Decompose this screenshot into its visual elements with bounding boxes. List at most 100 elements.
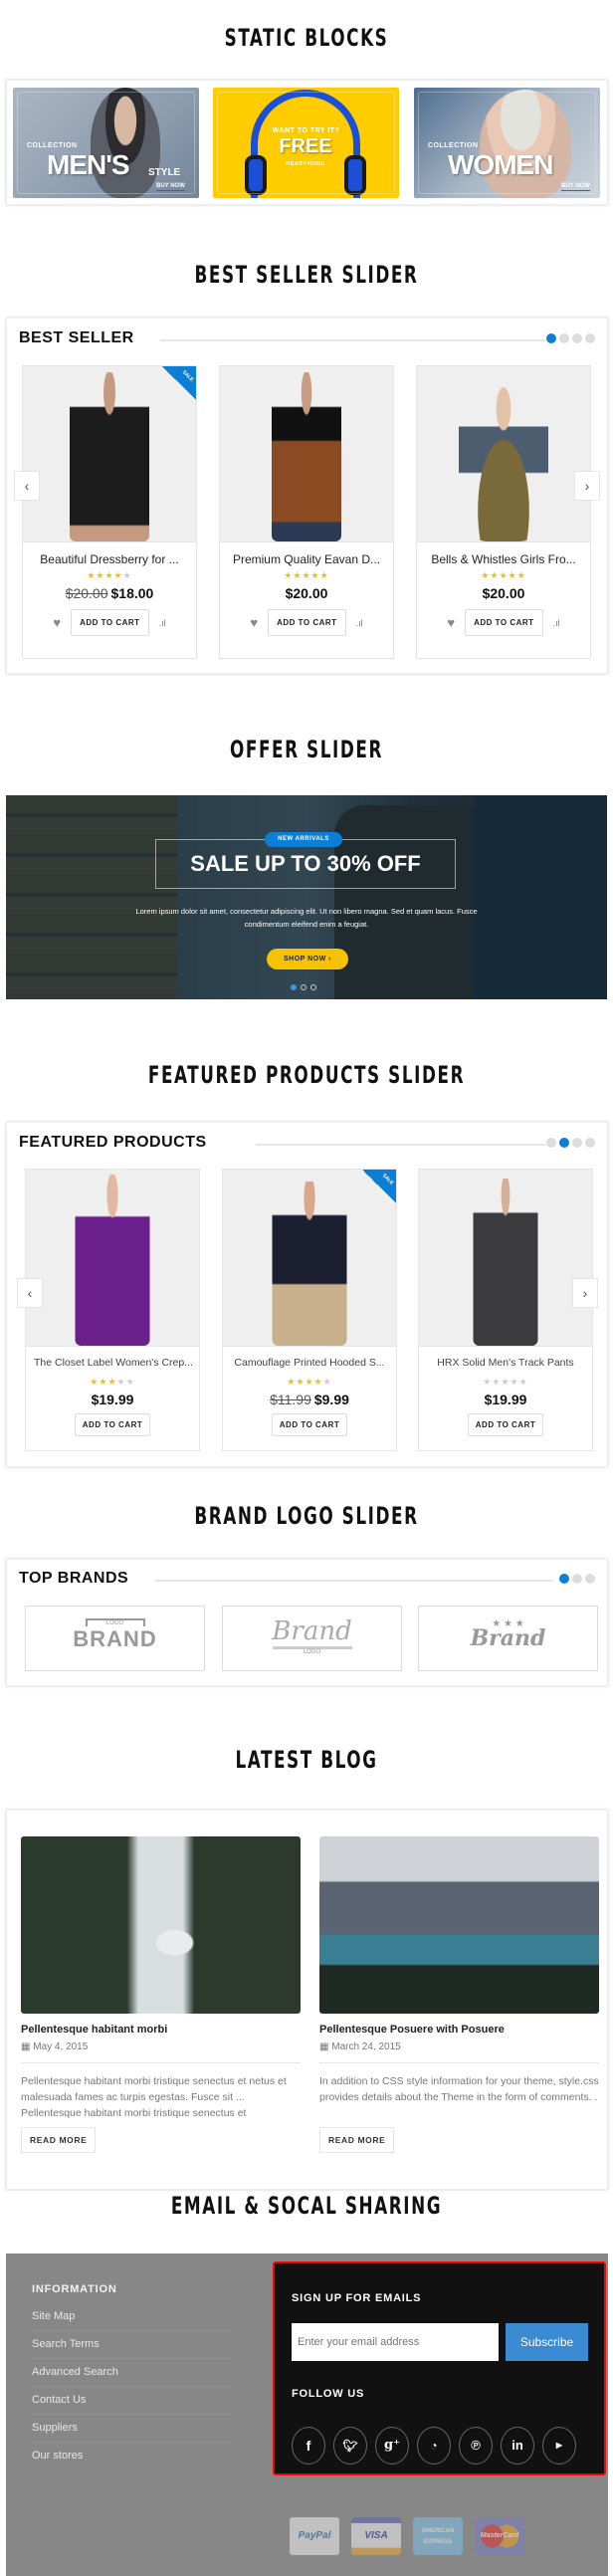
slider-heading: FEATURED PRODUCTS	[19, 1134, 215, 1152]
product-card[interactable]: Premium Quality Eavan D... ★★★★★ $20.00 …	[219, 365, 394, 659]
add-to-cart-button[interactable]: ADD TO CART	[465, 609, 543, 636]
product-image[interactable]	[417, 366, 590, 542]
facebook-icon[interactable]: f	[292, 2427, 325, 2465]
add-to-cart-button[interactable]: ADD TO CART	[271, 1413, 348, 1436]
read-more-button[interactable]: READ MORE	[319, 2127, 395, 2153]
banner-label: WANT TO TRY IT?	[272, 127, 340, 134]
footer-link-our-stores[interactable]: Our stores	[32, 2443, 231, 2469]
subscribe-button[interactable]: Subscribe	[506, 2323, 588, 2361]
banner-subtitle: STYLE	[148, 167, 181, 178]
email-input[interactable]	[292, 2323, 499, 2361]
compare-icon[interactable]: .ıl	[159, 618, 166, 628]
blog-title[interactable]: Pellentesque habitant morbi	[21, 2024, 301, 2036]
footer-link-suppliers[interactable]: Suppliers	[32, 2415, 231, 2443]
pager-dot[interactable]	[291, 984, 297, 990]
pager-dot[interactable]	[546, 333, 556, 343]
compare-icon[interactable]: .ıl	[356, 618, 363, 628]
star-icon: ★	[287, 1377, 297, 1387]
brand-logo[interactable]: ★ ★ ★ Brand	[418, 1606, 598, 1671]
product-card[interactable]: HRX Solid Men's Track Pants ★★★★★ $19.99…	[418, 1169, 593, 1451]
shop-now-button[interactable]: SHOP NOW ›	[267, 949, 348, 969]
twitter-icon[interactable]: 🐦︎	[333, 2427, 367, 2465]
product-card[interactable]: SALE Camouflage Printed Hooded S... ★★★★…	[222, 1169, 397, 1451]
product-rating: ★★★★★	[417, 570, 590, 581]
rss-icon[interactable]: ◔	[417, 2427, 451, 2465]
product-rating: ★★★★★	[419, 1377, 592, 1388]
youtube-icon[interactable]: ▶	[542, 2427, 576, 2465]
star-icon: ★	[510, 1377, 519, 1387]
read-more-button[interactable]: READ MORE	[21, 2127, 97, 2153]
pager-dot[interactable]	[301, 984, 306, 990]
buy-now-link[interactable]: BUY NOW	[156, 183, 185, 191]
product-image[interactable]: SALE	[23, 366, 196, 542]
product-image[interactable]: SALE	[223, 1170, 396, 1347]
offer-description: Lorem ipsum dolor sit amet, consectetur …	[135, 907, 478, 929]
product-price: $19.99	[91, 1392, 134, 1407]
product-name[interactable]: Bells & Whistles Girls Fro...	[417, 552, 590, 566]
pager-dot[interactable]	[572, 1574, 582, 1584]
brand-logo[interactable]: Brand LOGO	[222, 1606, 402, 1671]
blog-date: May 4, 2015	[33, 2041, 89, 2052]
social-links: f 🐦︎ g⁺ ◔ ℗ in ▶	[292, 2427, 576, 2465]
product-card[interactable]: The Closet Label Women's Crep... ★★★★★ $…	[25, 1169, 200, 1451]
footer-link-contact-us[interactable]: Contact Us	[32, 2387, 231, 2415]
paypal-icon: PayPal	[290, 2517, 339, 2555]
pinterest-icon[interactable]: ℗	[459, 2427, 493, 2465]
star-icon: ★	[305, 1377, 314, 1387]
wishlist-heart-icon[interactable]: ♥	[250, 615, 258, 630]
blog-date: March 24, 2015	[331, 2041, 401, 2052]
add-to-cart-button[interactable]: ADD TO CART	[71, 609, 149, 636]
wishlist-heart-icon[interactable]: ♥	[447, 615, 455, 630]
pager-dot[interactable]	[559, 1574, 569, 1584]
next-arrow-icon[interactable]: ›	[572, 1278, 598, 1308]
blog-title[interactable]: Pellentesque Posuere with Posuere	[319, 2024, 599, 2036]
pager-dot[interactable]	[572, 333, 582, 343]
star-icon: ★	[104, 570, 114, 580]
add-to-cart-button[interactable]: ADD TO CART	[467, 1413, 544, 1436]
brand-logo[interactable]: LOGO BRAND	[25, 1606, 205, 1671]
buy-now-link[interactable]: BUY NOW	[561, 183, 590, 191]
pager-dot[interactable]	[585, 333, 595, 343]
product-image[interactable]	[26, 1170, 199, 1347]
pager-dot[interactable]	[559, 1138, 569, 1148]
product-name[interactable]: Premium Quality Eavan D...	[220, 552, 393, 566]
product-image[interactable]	[419, 1170, 592, 1347]
product-card[interactable]: SALE Beautiful Dressberry for ... ★★★★★ …	[22, 365, 197, 659]
product-price: $19.99	[484, 1392, 527, 1407]
pager-dot[interactable]	[310, 984, 316, 990]
prev-arrow-icon[interactable]: ‹	[17, 1278, 43, 1308]
product-name[interactable]: Camouflage Printed Hooded S...	[223, 1357, 396, 1369]
compare-icon[interactable]: .ıl	[553, 618, 560, 628]
pager-dot[interactable]	[585, 1138, 595, 1148]
newsletter-signup-box: SIGN UP FOR EMAILS Subscribe FOLLOW US f…	[273, 2261, 606, 2475]
add-to-cart-button[interactable]: ADD TO CART	[74, 1413, 151, 1436]
product-name[interactable]: HRX Solid Men's Track Pants	[419, 1357, 592, 1369]
footer-link-site-map[interactable]: Site Map	[32, 2303, 231, 2331]
footer-link-search-terms[interactable]: Search Terms	[32, 2331, 231, 2359]
linkedin-icon[interactable]: in	[501, 2427, 534, 2465]
wishlist-heart-icon[interactable]: ♥	[53, 615, 61, 630]
product-image[interactable]	[220, 366, 393, 542]
prev-arrow-icon[interactable]: ‹	[14, 471, 40, 501]
blog-image[interactable]	[21, 1836, 301, 2014]
pager-dot[interactable]	[585, 1574, 595, 1584]
brand-panel: TOP BRANDS LOGO BRAND Brand LOGO ★ ★ ★ B…	[6, 1559, 608, 1686]
banner-free-headphone[interactable]: WANT TO TRY IT? FREE HEADPHONE	[213, 88, 399, 198]
product-name[interactable]: Beautiful Dressberry for ...	[23, 552, 196, 566]
slider-pager	[546, 333, 595, 343]
add-to-cart-button[interactable]: ADD TO CART	[268, 609, 346, 636]
pager-dot[interactable]	[572, 1138, 582, 1148]
next-arrow-icon[interactable]: ›	[574, 471, 600, 501]
banner-title: MEN'S	[47, 149, 130, 180]
product-card[interactable]: Bells & Whistles Girls Fro... ★★★★★ $20.…	[416, 365, 591, 659]
product-name[interactable]: The Closet Label Women's Crep...	[26, 1357, 199, 1369]
pager-dot[interactable]	[546, 1138, 556, 1148]
footer-link-advanced-search[interactable]: Advanced Search	[32, 2359, 231, 2387]
section-title-offer-slider: OFFER SLIDER	[230, 736, 383, 763]
banner-mens-style[interactable]: COLLECTION MEN'S STYLE BUY NOW	[13, 88, 199, 198]
pager-dot[interactable]	[559, 333, 569, 343]
banner-women[interactable]: COLLECTION WOMEN BUY NOW	[414, 88, 600, 198]
blog-image[interactable]	[319, 1836, 599, 2014]
offer-slide[interactable]: NEW ARRIVALS SALE UP TO 30% OFF Lorem ip…	[6, 795, 607, 999]
google-plus-icon[interactable]: g⁺	[375, 2427, 409, 2465]
